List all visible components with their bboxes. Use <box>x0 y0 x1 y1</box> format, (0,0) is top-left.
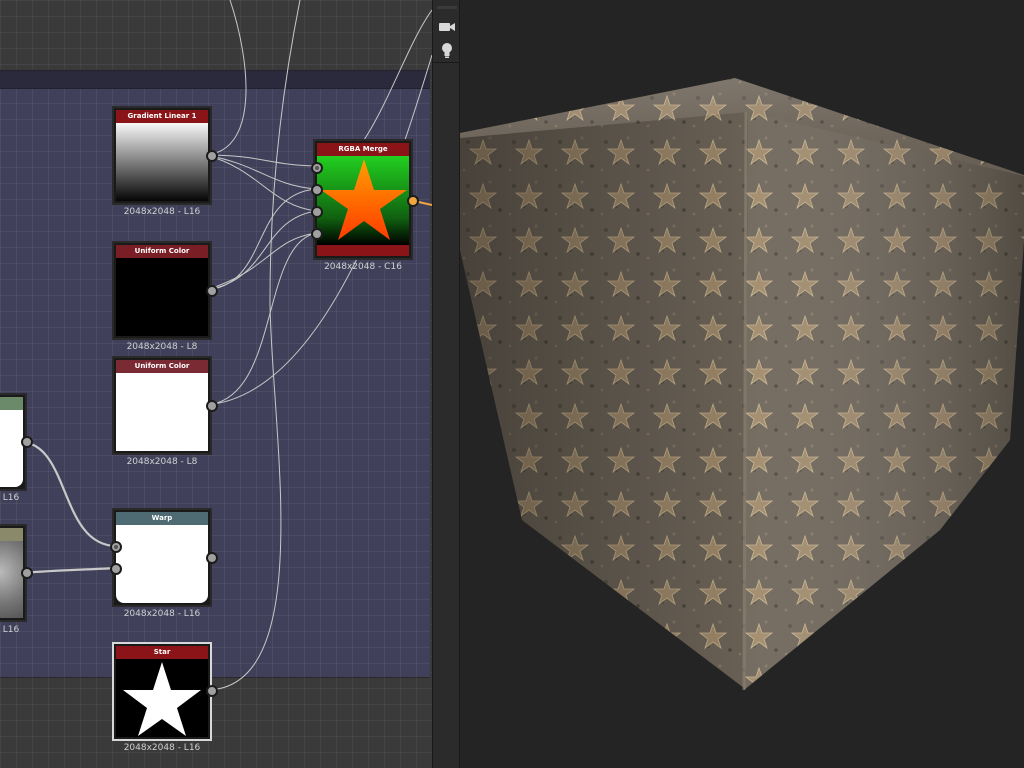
input-port[interactable] <box>311 206 323 218</box>
output-port[interactable] <box>21 567 33 579</box>
node-gradient-linear[interactable]: Gradient Linear 1 <box>112 106 218 205</box>
material-preview-cube[interactable] <box>460 0 1024 768</box>
node-thumbnail <box>116 373 208 451</box>
node-thumbnail <box>317 156 409 245</box>
node-thumbnail <box>116 123 208 201</box>
3d-viewport[interactable] <box>460 0 1024 768</box>
input-port[interactable] <box>311 162 323 174</box>
node-partial-upper[interactable] <box>0 393 33 491</box>
toolbar-divider <box>433 62 459 63</box>
output-port[interactable] <box>407 195 419 207</box>
node-resolution-label: L16 <box>2 625 20 635</box>
lightbulb-icon[interactable] <box>438 41 456 59</box>
input-port[interactable] <box>110 563 122 575</box>
node-resolution-label: 2048x2048 - L8 <box>126 342 198 352</box>
node-thumbnail <box>0 541 23 618</box>
node-warp[interactable]: Warp <box>110 508 218 607</box>
input-port[interactable] <box>311 228 323 240</box>
node-resolution-label: 2048x2048 - L16 <box>123 207 201 217</box>
viewport-toolbar <box>432 0 460 768</box>
graph-editor[interactable]: Gradient Linear 1 2048x2048 - L16 Unifor… <box>0 0 432 768</box>
node-title: Uniform Color <box>116 245 208 258</box>
node-thumbnail <box>116 525 208 603</box>
node-star[interactable]: Star <box>112 642 218 741</box>
node-rgba-merge[interactable]: RGBA Merge <box>311 139 419 260</box>
node-footer <box>317 245 409 256</box>
node-resolution-label: 2048x2048 - L16 <box>123 743 201 753</box>
node-title: Warp <box>116 512 208 525</box>
node-resolution-label: 2048x2048 - C16 <box>324 262 402 272</box>
output-port[interactable] <box>206 285 218 297</box>
node-title: Star <box>116 646 208 659</box>
node-partial-lower[interactable] <box>0 524 33 622</box>
output-port[interactable] <box>206 552 218 564</box>
node-uniform-color-black[interactable]: Uniform Color <box>112 241 218 340</box>
node-uniform-color-white[interactable]: Uniform Color <box>112 356 218 455</box>
output-port[interactable] <box>206 150 218 162</box>
node-resolution-label: 2048x2048 - L16 <box>123 609 201 619</box>
output-port[interactable] <box>21 436 33 448</box>
node-resolution-label: L16 <box>2 493 20 503</box>
node-thumbnail <box>0 410 23 487</box>
node-title: Gradient Linear 1 <box>116 110 208 123</box>
input-port[interactable] <box>110 541 122 553</box>
star-thumbnail <box>123 662 201 736</box>
camera-icon[interactable] <box>438 18 456 36</box>
node-title: RGBA Merge <box>317 143 409 156</box>
output-port[interactable] <box>206 400 218 412</box>
node-title <box>0 528 23 541</box>
node-title <box>0 397 23 410</box>
node-thumbnail <box>116 659 208 737</box>
star-thumbnail <box>321 159 407 240</box>
node-title: Uniform Color <box>116 360 208 373</box>
toolbar-grip <box>437 6 457 9</box>
node-resolution-label: 2048x2048 - L8 <box>126 457 198 467</box>
connection-wires <box>21 0 432 691</box>
output-port[interactable] <box>206 685 218 697</box>
input-port[interactable] <box>311 184 323 196</box>
node-thumbnail <box>116 258 208 336</box>
